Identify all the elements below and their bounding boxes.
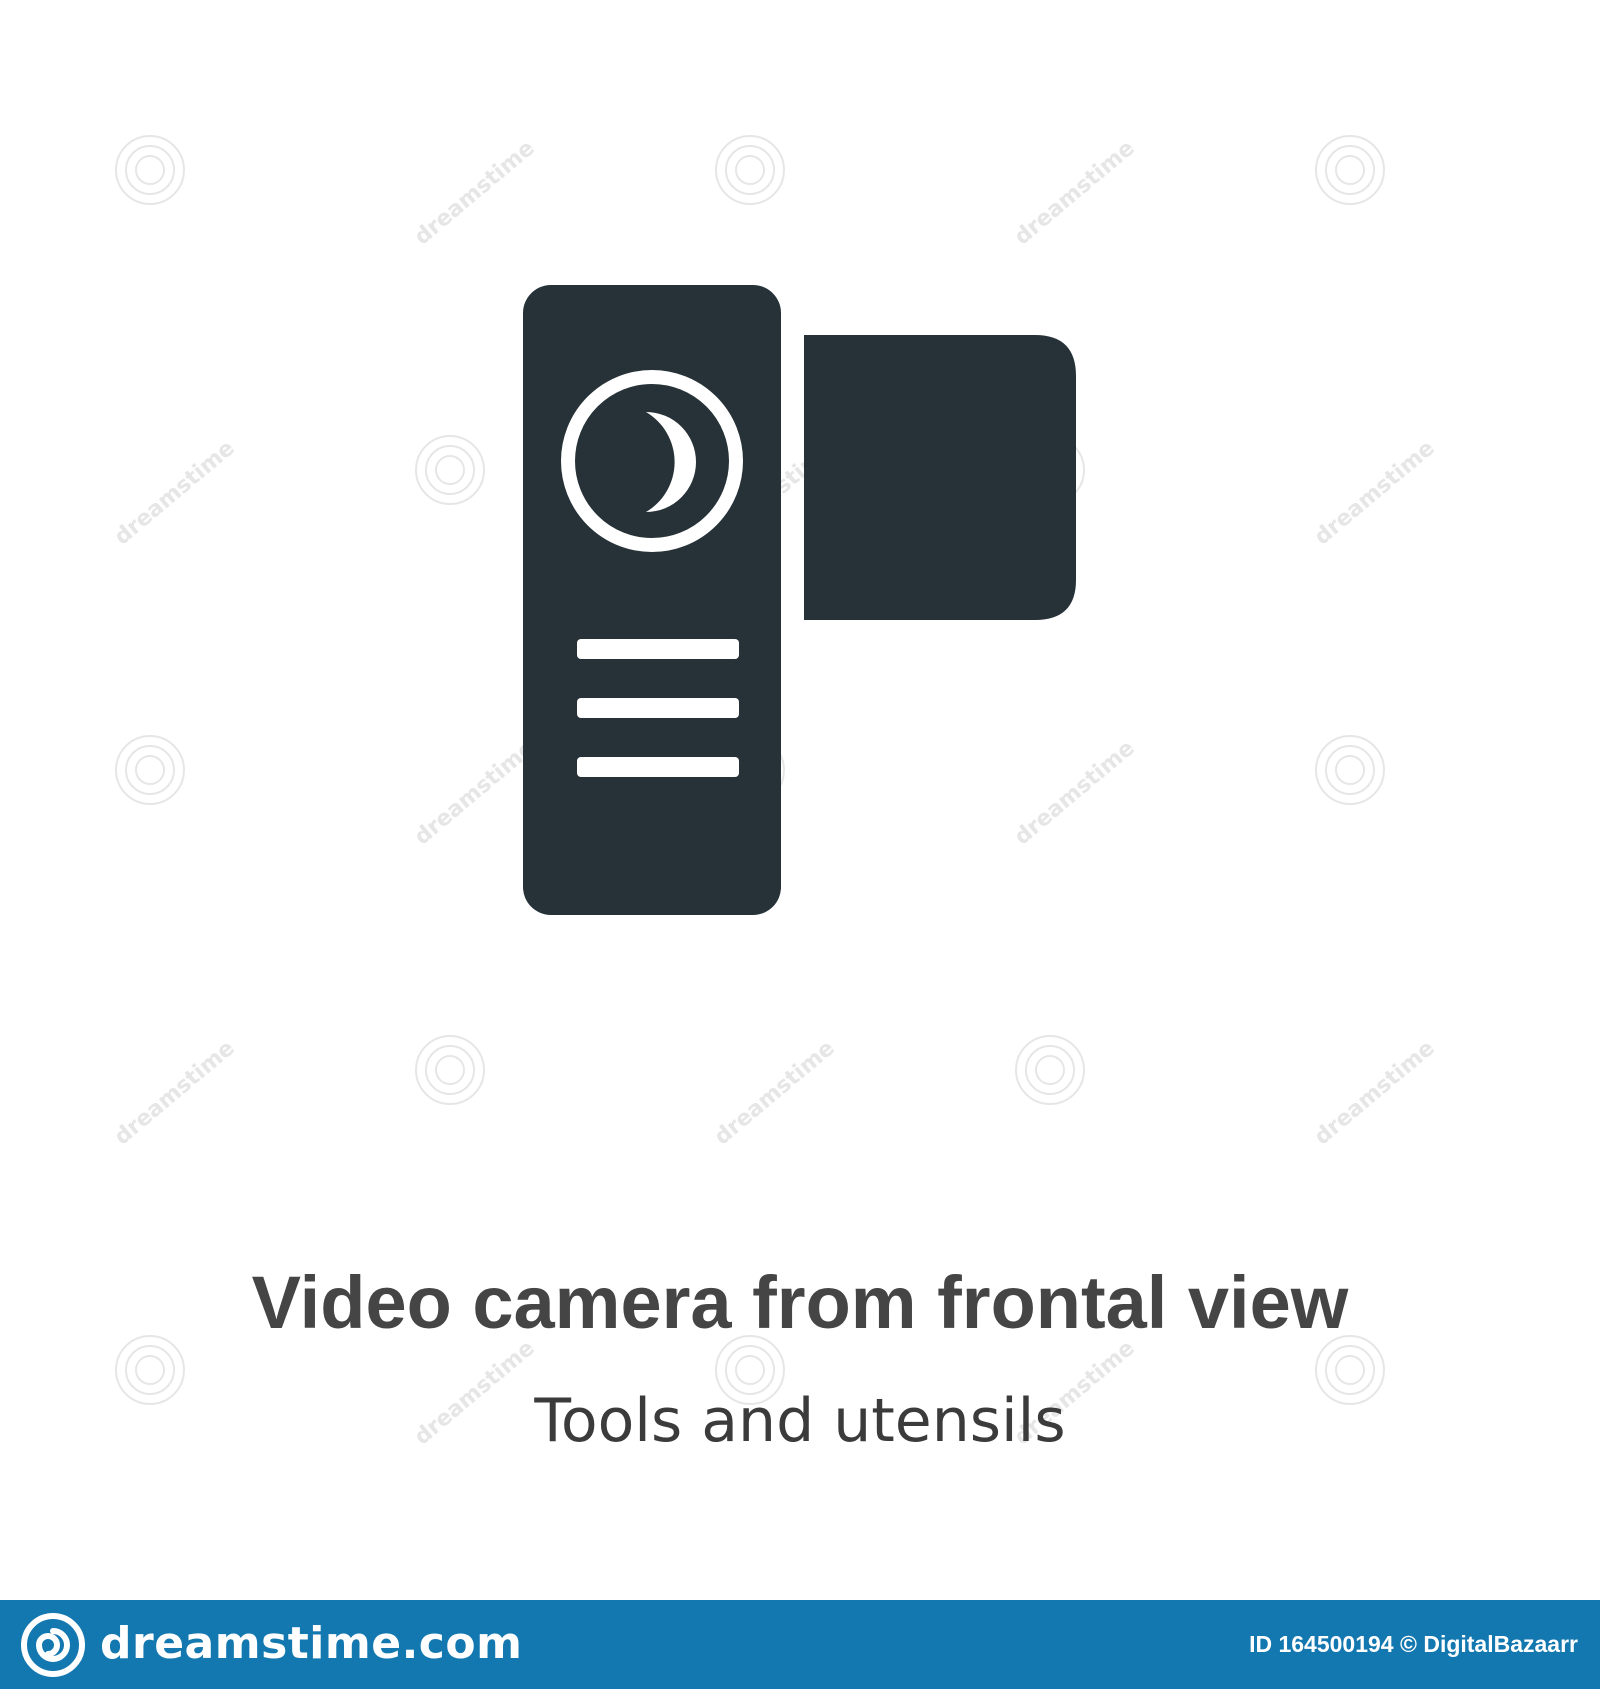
stock-image-canvas: dreamstime dreamstime dreamstime dreamstime…	[0, 0, 1600, 1600]
camera-line-2	[577, 698, 739, 718]
watermark-text: dreamstime	[110, 1036, 240, 1150]
image-subtitle: Tools and utensils	[534, 1386, 1066, 1456]
dreamstime-footer-bar: dreamstime.com ID 164500194 © DigitalBaz…	[0, 1600, 1600, 1689]
watermark-spiral-icon	[1015, 1035, 1085, 1105]
camera-line-1	[577, 639, 739, 659]
watermark-text: dreamstime	[1310, 1036, 1440, 1150]
author-name[interactable]: DigitalBazaarr	[1423, 1631, 1578, 1657]
camera-flip-screen	[804, 335, 1076, 620]
dreamstime-brand-text[interactable]: dreamstime.com	[100, 1614, 522, 1674]
watermark-spiral-icon	[415, 1035, 485, 1105]
watermark-text: dreamstime	[710, 1036, 840, 1150]
dreamstime-spiral-icon	[21, 1613, 85, 1677]
image-title: Video camera from frontal view	[251, 1261, 1349, 1344]
image-id: ID 164500194	[1249, 1631, 1394, 1657]
video-camera-frontal-icon	[523, 285, 1076, 915]
image-credit: ID 164500194 © DigitalBazaarr	[1249, 1626, 1578, 1662]
camera-line-3	[577, 757, 739, 777]
copyright-symbol: ©	[1399, 1631, 1417, 1657]
